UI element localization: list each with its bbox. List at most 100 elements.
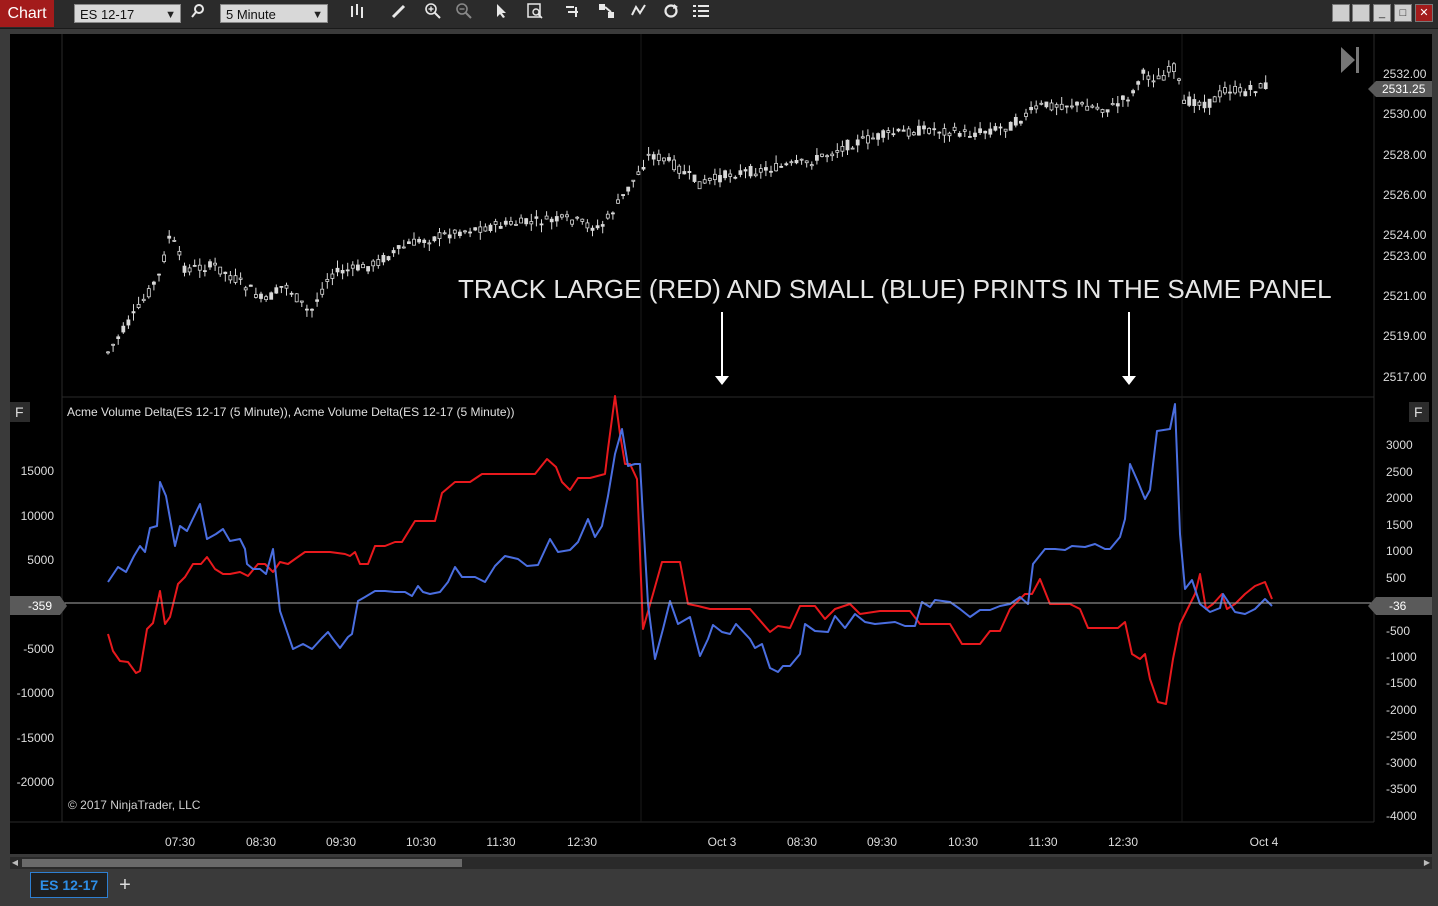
add-tab-button[interactable]: +: [114, 872, 136, 898]
tile-icon[interactable]: [1352, 4, 1370, 22]
chart-tab[interactable]: Chart: [0, 0, 54, 27]
arrow-down-icon: [715, 312, 729, 385]
candle-body: [1105, 109, 1110, 113]
candle-body: [417, 238, 422, 243]
candle-body: [1217, 90, 1222, 98]
candle-body: [662, 157, 666, 162]
candle-body: [855, 139, 860, 146]
maximize-icon[interactable]: □: [1394, 4, 1412, 22]
zoom-in-icon[interactable]: [422, 3, 444, 25]
candle-body: [906, 128, 911, 137]
candle-body: [233, 275, 238, 283]
candle-body: [116, 336, 121, 339]
candle-body: [131, 311, 136, 314]
time-tick-label: 07:30: [165, 835, 195, 849]
candle-body: [192, 264, 197, 267]
time-tick-label: 08:30: [246, 835, 276, 849]
candle-body: [779, 165, 784, 168]
price-tick-label: 2523.00: [1383, 249, 1427, 263]
right-value-axis: 3000 2500 2000 1500 1000 500 -500 -1000 -1500 -20…: [1386, 438, 1417, 823]
candle-body: [738, 170, 743, 175]
price-tick-label: 2519.00: [1383, 329, 1427, 343]
copyright: © 2017 NinjaTrader, LLC: [68, 798, 201, 812]
candle-body: [702, 179, 707, 184]
left-tick-label: 15000: [21, 464, 55, 478]
strategies-icon[interactable]: [596, 3, 618, 25]
candle-body: [162, 254, 167, 262]
right-tick-label: 2000: [1386, 491, 1413, 505]
tile-icon[interactable]: [1332, 4, 1350, 22]
right-tick-label: -3500: [1386, 782, 1417, 796]
search-icon[interactable]: [187, 3, 209, 25]
candle-body: [361, 263, 365, 269]
time-tick-label: 09:30: [326, 835, 356, 849]
candle-body: [1095, 106, 1100, 110]
chevron-right-icon[interactable]: ▶: [1422, 857, 1432, 869]
candle-body: [1054, 104, 1059, 108]
candle-body: [121, 325, 126, 333]
candle-body: [886, 130, 891, 133]
candle-body: [707, 177, 712, 181]
candle-body: [947, 132, 952, 137]
candle-body: [891, 133, 896, 136]
candle-body: [248, 284, 253, 287]
time-tick-label: 10:30: [406, 835, 436, 849]
right-tick-label: -3000: [1386, 756, 1417, 770]
pencil-icon[interactable]: [388, 3, 410, 25]
chart-canvas[interactable]: TRACK LARGE (RED) AND SMALL (BLUE) PRINT…: [10, 34, 1432, 854]
arrow-down-icon: [1122, 312, 1136, 385]
candle-body: [1161, 75, 1166, 81]
interval-selector[interactable]: 5 Minute ▼: [220, 4, 328, 23]
candle-body: [1151, 80, 1156, 83]
candle-body: [330, 273, 335, 279]
candle-body: [488, 224, 493, 231]
candle-body: [1070, 105, 1074, 108]
right-marker-value: -36: [1389, 599, 1407, 613]
candle-body: [672, 159, 676, 171]
bar-type-icon[interactable]: [347, 3, 369, 25]
instrument-selector[interactable]: ES 12-17 ▼: [74, 4, 181, 23]
candle-body: [677, 165, 682, 174]
close-icon[interactable]: ✕: [1415, 4, 1433, 22]
candle-body: [1233, 86, 1237, 94]
candle-body: [743, 169, 748, 172]
candle-body: [427, 242, 432, 245]
candle-body: [978, 128, 982, 134]
candle-body: [376, 259, 381, 266]
properties-icon[interactable]: [628, 3, 650, 25]
candle-body: [371, 260, 376, 267]
candle-body: [901, 129, 906, 132]
candle-body: [1085, 105, 1090, 111]
candle-body: [1258, 83, 1263, 89]
chevron-left-icon[interactable]: ◀: [10, 857, 20, 869]
candle-body: [769, 170, 773, 173]
candle-body: [1238, 87, 1243, 93]
candle-body: [386, 256, 391, 261]
chart-area[interactable]: TRACK LARGE (RED) AND SMALL (BLUE) PRINT…: [10, 34, 1432, 854]
candle-body: [636, 171, 641, 175]
scrollbar-thumb[interactable]: [22, 859, 462, 867]
zoom-out-icon[interactable]: [453, 3, 475, 25]
data-box-icon[interactable]: [524, 3, 546, 25]
skip-to-end-icon[interactable]: [1341, 47, 1359, 73]
candle-body: [151, 281, 156, 285]
candle-body: [213, 262, 218, 266]
right-tick-label: -1500: [1386, 676, 1417, 690]
candle-body: [1115, 103, 1120, 107]
candle-body: [651, 154, 656, 160]
menu-icon[interactable]: [690, 3, 712, 25]
candle-body: [126, 319, 131, 326]
candle-body: [728, 173, 733, 177]
candle-body: [457, 231, 462, 237]
pointer-icon[interactable]: [490, 3, 512, 25]
candle-body: [1212, 96, 1217, 103]
reload-icon[interactable]: [660, 3, 682, 25]
candle-body: [784, 163, 789, 166]
tab-es-12-17[interactable]: ES 12-17: [30, 872, 108, 898]
horizontal-scrollbar[interactable]: ◀ ▶: [10, 857, 1432, 869]
candle-body: [350, 264, 355, 269]
indicators-icon[interactable]: [562, 3, 584, 25]
candle-body: [748, 165, 753, 177]
price-tick-label: 2524.00: [1383, 228, 1427, 242]
minimize-icon[interactable]: _: [1373, 4, 1391, 22]
